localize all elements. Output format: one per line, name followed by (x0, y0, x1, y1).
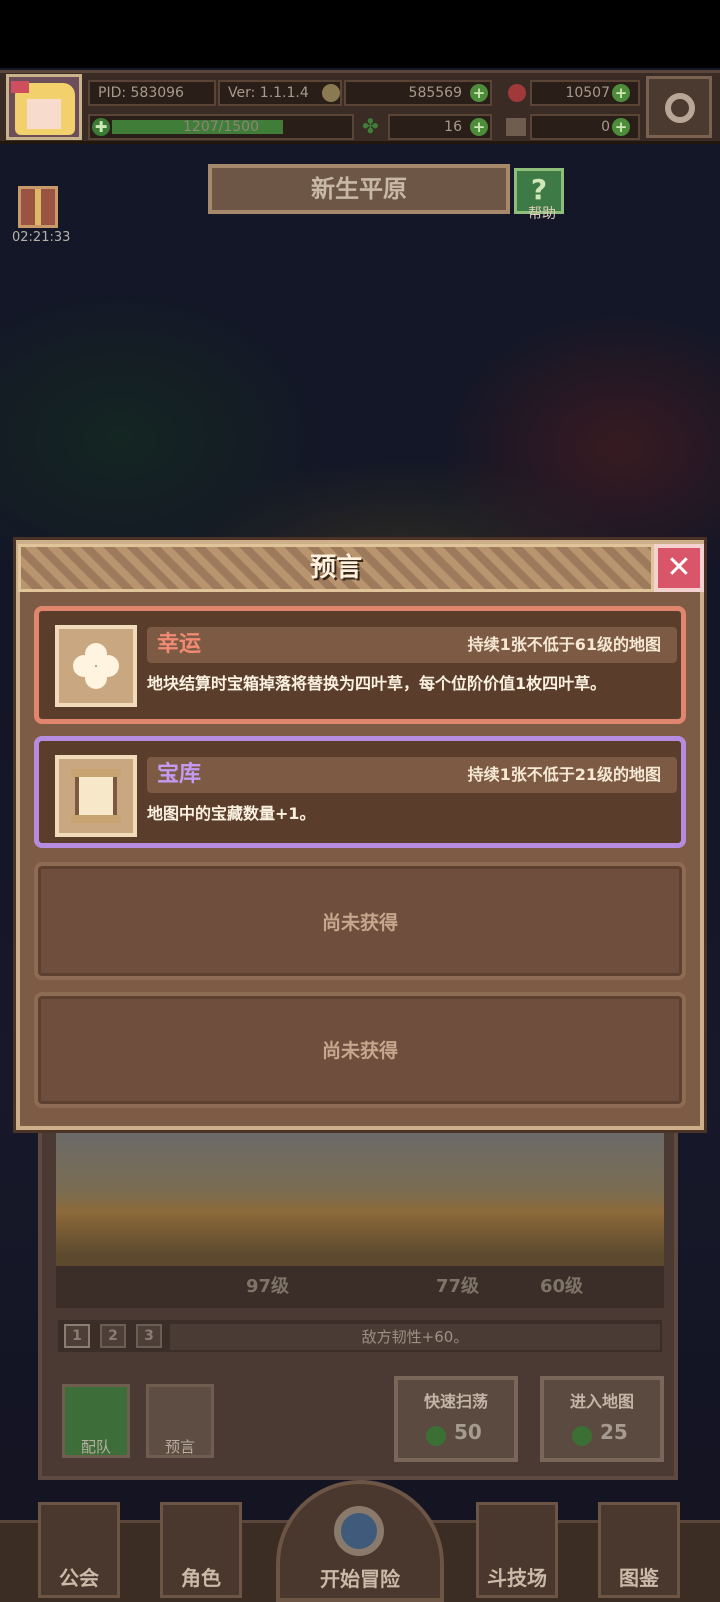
card-icon-frame (55, 625, 137, 707)
empty-prophecy-slot: 尚未获得 (34, 862, 686, 980)
add-gold-plus-icon[interactable]: + (470, 84, 488, 102)
player-avatar[interactable] (6, 74, 82, 140)
energy-clover-icon: ✚ (92, 118, 110, 136)
enter-map-label: 进入地图 (569, 1392, 634, 1411)
enemy-effect-text: 敌方韧性+60。 (170, 1324, 660, 1350)
energy-text: 1207/1500 (183, 119, 259, 135)
nav-character[interactable]: 角色 (160, 1502, 242, 1598)
nav-guild-label: 公会 (59, 1566, 99, 1590)
empty-slot-text: 尚未获得 (321, 912, 398, 934)
level-value-3: 60级 (540, 1276, 584, 1297)
energy-bar: 1207/1500 (88, 114, 354, 140)
magnifier-icon (334, 1506, 384, 1556)
gold-value: 585569 (408, 85, 462, 101)
clover-value: 16 (444, 119, 462, 135)
formation-button[interactable]: 配队 (62, 1384, 130, 1458)
add-key-plus-icon[interactable]: + (612, 118, 630, 136)
card-duration: 持续1张不低于61级的地图 (467, 635, 661, 654)
prophecy-card-treasury: 宝库 持续1张不低于21级的地图 地图中的宝藏数量+1。 (34, 736, 686, 848)
gift-timer: 02:21:33 (12, 230, 71, 245)
gift-box-icon[interactable] (18, 186, 58, 228)
add-gem-plus-icon[interactable]: + (612, 84, 630, 102)
nav-character-label: 角色 (181, 1566, 221, 1590)
question-mark-icon: ? (530, 173, 548, 206)
close-icon: ✕ (666, 550, 692, 585)
nav-start-label: 开始冒险 (320, 1567, 400, 1591)
team-tab-1[interactable]: 1 (64, 1324, 90, 1348)
avatar-face (27, 99, 61, 129)
team-tab-3[interactable]: 3 (136, 1324, 162, 1348)
help-label: 帮助 (528, 206, 556, 222)
add-clover-plus-icon[interactable]: + (470, 118, 488, 136)
team-tab-2[interactable]: 2 (100, 1324, 126, 1348)
clover-cost-icon (426, 1426, 446, 1446)
area-title-banner: 新生平原 (208, 164, 510, 214)
close-button[interactable]: ✕ (654, 544, 704, 592)
settings-button[interactable] (646, 76, 712, 138)
gem-icon (508, 84, 526, 102)
pid-text: PID: 583096 (98, 85, 184, 101)
clover-cost-icon (572, 1426, 592, 1446)
nav-guild[interactable]: 公会 (38, 1502, 120, 1598)
gear-icon (665, 93, 695, 123)
key-icon (506, 118, 526, 136)
clover-icon (73, 643, 119, 689)
card-icon-frame (55, 755, 137, 837)
nav-arena-label: 斗技场 (487, 1566, 547, 1590)
gem-value: 10507 (565, 85, 610, 101)
version-text: Ver: 1.1.1.4 (228, 85, 309, 101)
quick-sweep-button[interactable]: 快速扫荡 50 (394, 1376, 518, 1462)
card-name: 宝库 (157, 762, 202, 787)
level-value-1: 97级 (246, 1276, 290, 1297)
scroll-icon (71, 769, 121, 823)
empty-slot-text: 尚未获得 (321, 1040, 398, 1062)
card-description: 地块结算时宝箱掉落将替换为四叶草，每个位阶价值1枚四叶草。 (147, 674, 607, 693)
quick-sweep-cost: 50 (454, 1420, 482, 1444)
nav-codex-label: 图鉴 (619, 1566, 659, 1590)
nav-codex[interactable]: 图鉴 (598, 1502, 680, 1598)
enter-map-cost: 25 (600, 1420, 628, 1444)
formation-label: 配队 (80, 1438, 111, 1456)
pid-field: PID: 583096 (88, 80, 216, 106)
card-duration: 持续1张不低于21级的地图 (467, 765, 661, 784)
clover-currency-icon: ✤ (362, 114, 379, 138)
avatar-bow (11, 81, 29, 93)
prophecy-button[interactable]: 预言 (146, 1384, 214, 1458)
empty-prophecy-slot: 尚未获得 (34, 992, 686, 1108)
prophecy-label: 预言 (164, 1438, 195, 1456)
team-preview-scene (56, 1128, 664, 1268)
gold-coin-icon (322, 84, 340, 102)
nav-arena[interactable]: 斗技场 (476, 1502, 558, 1598)
level-value-2: 77级 (436, 1276, 480, 1297)
card-name: 幸运 (157, 632, 202, 657)
card-description: 地图中的宝藏数量+1。 (147, 804, 316, 823)
key-value: 0 (601, 119, 610, 135)
modal-title: 预言 (309, 553, 362, 583)
enter-map-button[interactable]: 进入地图 25 (540, 1376, 664, 1462)
quick-sweep-label: 快速扫荡 (423, 1392, 488, 1411)
area-title: 新生平原 (311, 175, 407, 203)
prophecy-card-luck: 幸运 持续1张不低于61级的地图 地块结算时宝箱掉落将替换为四叶草，每个位阶价值… (34, 606, 686, 724)
